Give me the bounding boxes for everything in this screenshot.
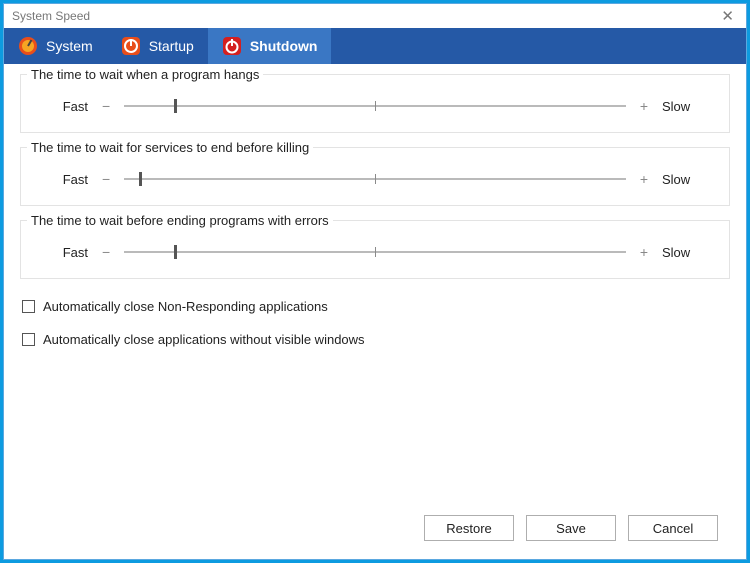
slider-midtick [375,101,376,111]
label-slow: Slow [662,99,707,114]
label-fast: Fast [43,245,88,260]
minus-icon: − [102,99,110,113]
checkbox-nowindow-label: Automatically close applications without… [43,332,365,347]
app-window: System Speed ✕ System Startup [3,3,747,560]
tab-startup[interactable]: Startup [107,28,208,64]
spacer [20,359,730,505]
group-errors-legend: The time to wait before ending programs … [27,213,333,228]
label-fast: Fast [43,99,88,114]
plus-icon: + [640,245,648,259]
tab-system[interactable]: System [4,28,107,64]
label-slow: Slow [662,245,707,260]
group-errors: The time to wait before ending programs … [20,220,730,279]
checkbox-nonresponding[interactable] [22,300,35,313]
slider-services[interactable] [124,171,626,187]
plus-icon: + [640,172,648,186]
slider-track [124,105,626,107]
slider-track [124,178,626,180]
checkbox-row-nonresponding[interactable]: Automatically close Non-Responding appli… [22,299,730,314]
slider-track [124,251,626,253]
close-icon[interactable]: ✕ [715,7,740,26]
tab-shutdown-label: Shutdown [250,38,318,54]
minus-icon: − [102,245,110,259]
label-fast: Fast [43,172,88,187]
group-services: The time to wait for services to end bef… [20,147,730,206]
slider-thumb[interactable] [174,99,177,113]
restore-button[interactable]: Restore [424,515,514,541]
save-button[interactable]: Save [526,515,616,541]
footer-buttons: Restore Save Cancel [20,505,730,551]
minus-icon: − [102,172,110,186]
system-icon [18,36,38,56]
tab-system-label: System [46,38,93,54]
slider-errors[interactable] [124,244,626,260]
tab-shutdown[interactable]: Shutdown [208,28,332,64]
titlebar: System Speed ✕ [4,4,746,28]
group-program-hangs-legend: The time to wait when a program hangs [27,67,263,82]
group-services-legend: The time to wait for services to end bef… [27,140,313,155]
window-title: System Speed [12,9,90,23]
slider-midtick [375,174,376,184]
slider-hang[interactable] [124,98,626,114]
group-program-hangs: The time to wait when a program hangs Fa… [20,74,730,133]
cancel-button[interactable]: Cancel [628,515,718,541]
tab-startup-label: Startup [149,38,194,54]
slider-row-hang: Fast − + Slow [33,98,717,114]
slider-row-services: Fast − + Slow [33,171,717,187]
slider-row-errors: Fast − + Slow [33,244,717,260]
checkbox-nowindow[interactable] [22,333,35,346]
content-area: The time to wait when a program hangs Fa… [4,64,746,559]
slider-midtick [375,247,376,257]
tabbar: System Startup Shutdown [4,28,746,64]
startup-icon [121,36,141,56]
slider-thumb[interactable] [139,172,142,186]
slider-thumb[interactable] [174,245,177,259]
plus-icon: + [640,99,648,113]
checkbox-row-nowindow[interactable]: Automatically close applications without… [22,332,730,347]
checkbox-nonresponding-label: Automatically close Non-Responding appli… [43,299,328,314]
label-slow: Slow [662,172,707,187]
shutdown-icon [222,36,242,56]
